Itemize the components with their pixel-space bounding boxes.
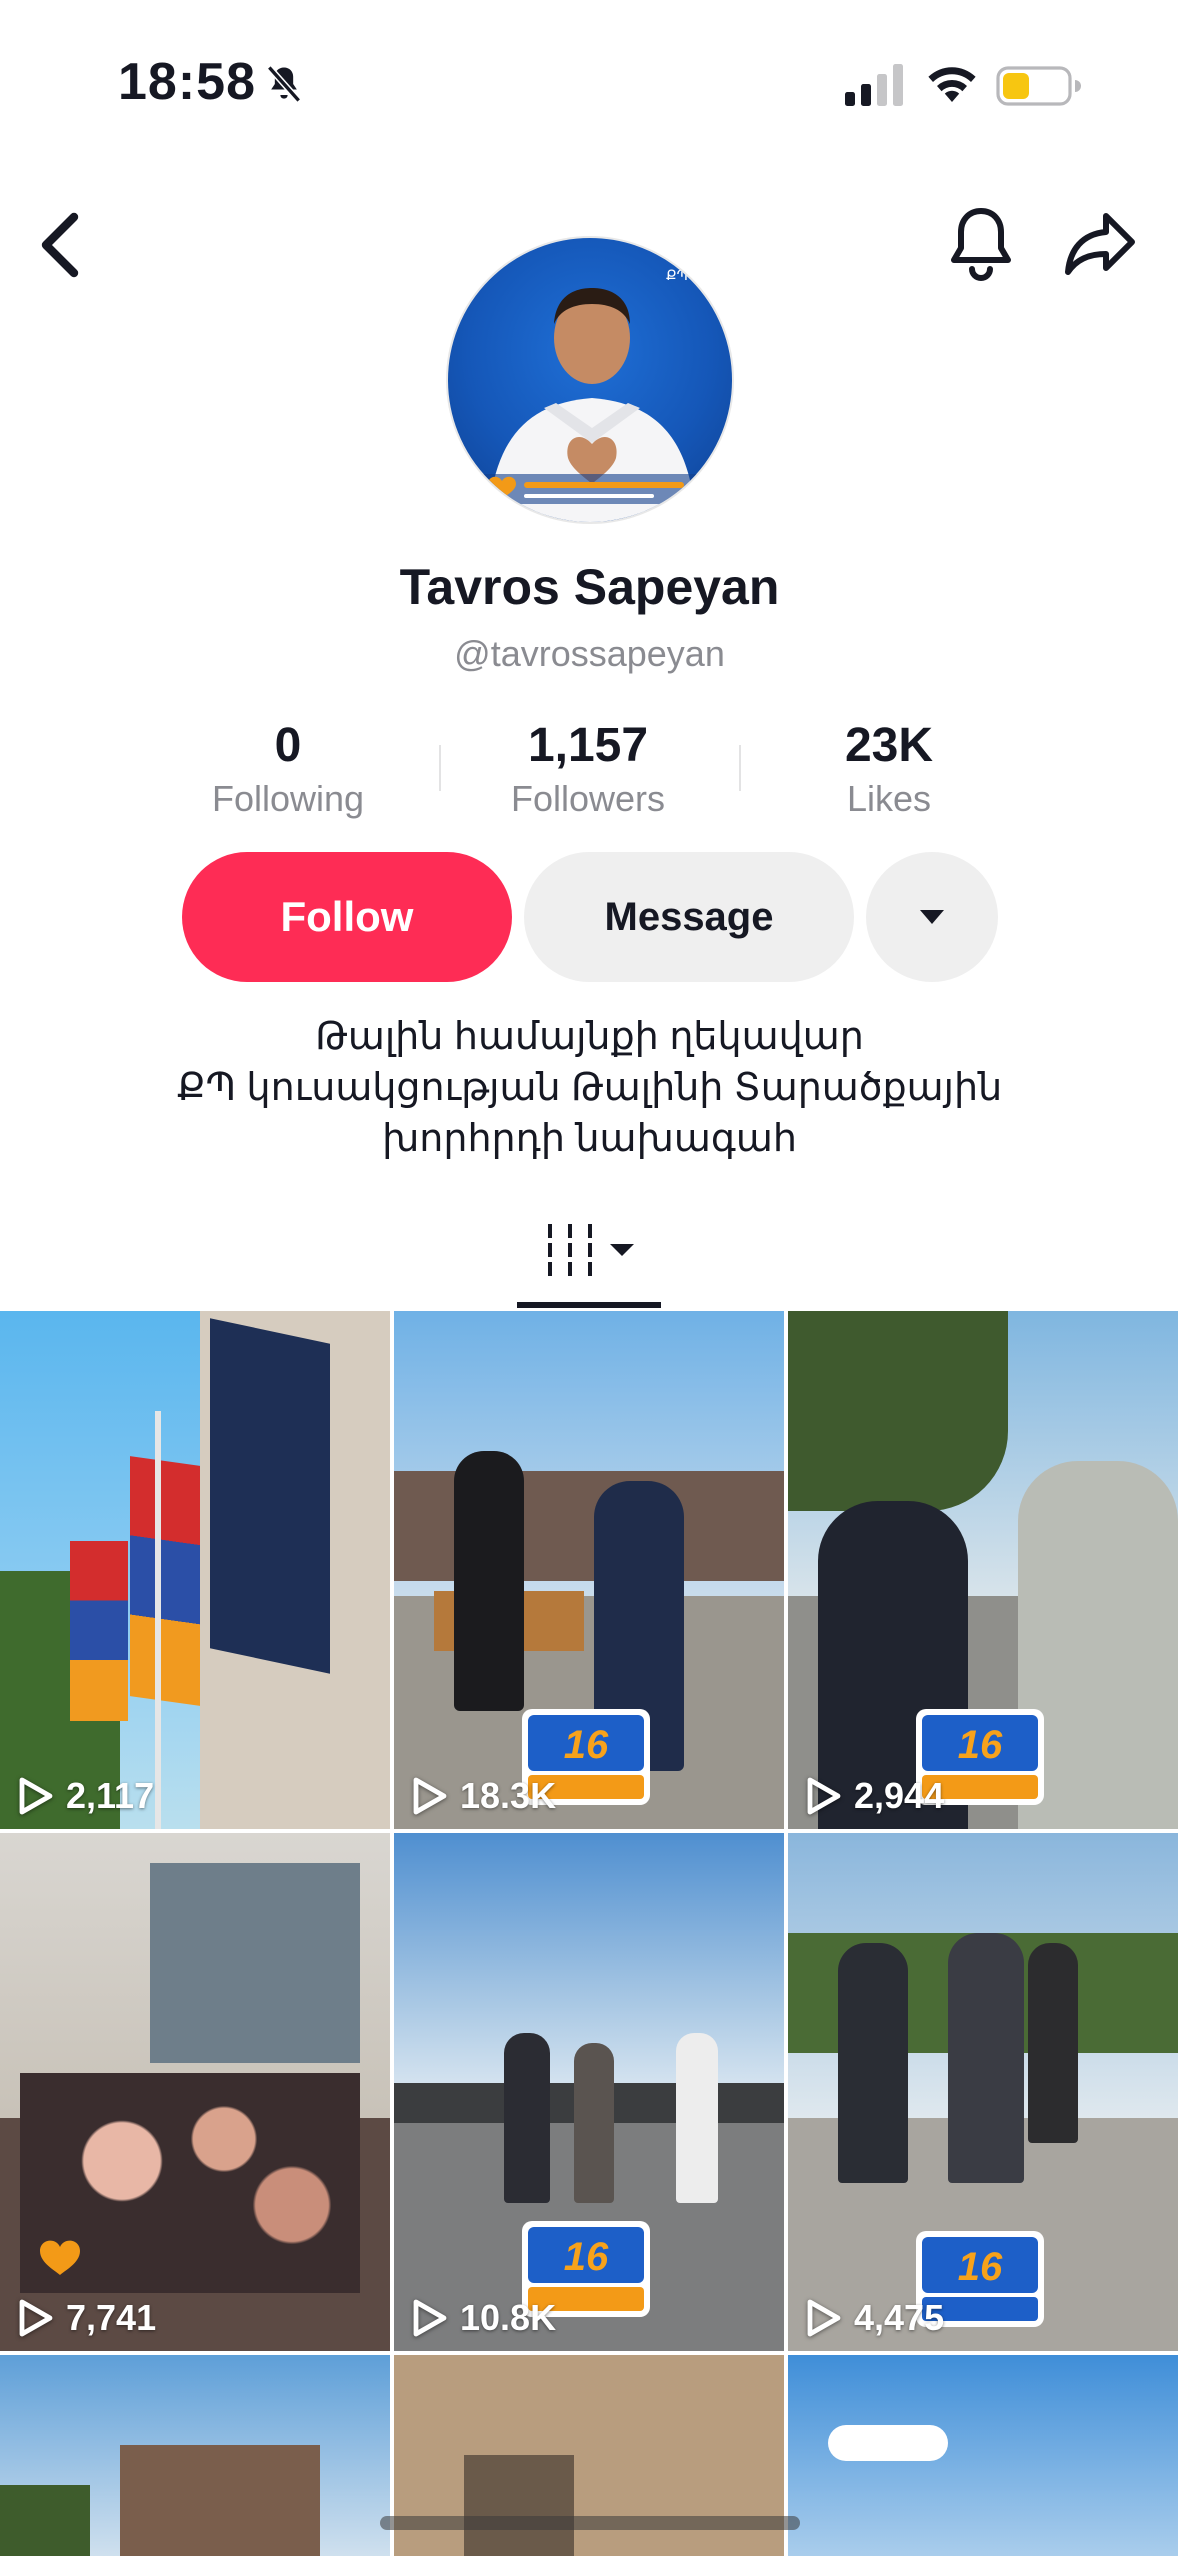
person [574, 2043, 614, 2203]
badge-number: 16 [957, 2245, 1003, 2289]
follow-button[interactable]: Follow [182, 852, 512, 982]
cloud [828, 2425, 948, 2461]
wifi-icon [928, 67, 976, 102]
avatar-portrait: ՔՊ [478, 268, 706, 522]
building-roof [120, 2445, 320, 2556]
share-arrow-icon[interactable] [1062, 210, 1138, 276]
bio-line: խորհրդի նախագահ [382, 1118, 797, 1160]
video-tile[interactable]: 16 10.8K [394, 1833, 784, 2351]
view-count-text: 7,741 [66, 2297, 157, 2338]
person [504, 2033, 550, 2203]
stat-label: Following [211, 778, 365, 819]
bell-slash-icon [266, 65, 302, 103]
flag-armenia [70, 1541, 128, 1721]
flag-dark [210, 1318, 330, 1674]
video-tile[interactable]: 2,117 [0, 1311, 390, 1829]
caret-down-icon [920, 910, 944, 924]
cellular-signal-icon [845, 64, 903, 106]
home-indicator[interactable] [380, 2516, 800, 2530]
status-bar: 18:58 [0, 0, 1179, 150]
stat-following[interactable]: 0 Following [158, 716, 418, 822]
video-view-count: 2,944 [806, 1775, 944, 1817]
play-icon [19, 1777, 53, 1815]
stat-label: Followers [510, 778, 666, 819]
badge-number: 16 [563, 2235, 609, 2279]
video-tile[interactable]: 16 4,475 [788, 1833, 1178, 2351]
video-tile[interactable]: 16 2,944 [788, 1311, 1178, 1829]
view-count-text: 18.3K [460, 1775, 557, 1816]
stat-label: Likes [846, 778, 932, 819]
video-tile[interactable]: 16 18.3K [394, 1311, 784, 1829]
stat-value: 0 [274, 719, 302, 772]
video-view-count: 4,475 [806, 2297, 944, 2339]
bio-line: ՔՊ կուսակցության Թալինի Տարածքային [176, 1067, 1003, 1109]
stat-divider [739, 745, 741, 791]
flag-armenia [130, 1456, 200, 1706]
person [1028, 1943, 1078, 2143]
stat-value: 23K [844, 719, 934, 772]
badge-number: 16 [957, 1723, 1003, 1767]
campaign-heart-logo [30, 2233, 90, 2283]
notification-bell-icon[interactable] [948, 205, 1014, 281]
message-button[interactable]: Message [524, 852, 854, 982]
building-door [150, 1863, 360, 2063]
stone-wall [394, 1471, 784, 1581]
status-time: 18:58 [118, 53, 256, 111]
play-icon [413, 1777, 447, 1815]
tree [0, 2485, 90, 2556]
video-view-count: 18.3K [412, 1775, 556, 1817]
play-icon [19, 2299, 53, 2337]
person [454, 1451, 524, 1711]
flag-pole [155, 1411, 161, 1829]
tree [788, 1311, 1008, 1511]
person [948, 1933, 1024, 2183]
video-view-count: 2,117 [18, 1775, 154, 1817]
stat-likes[interactable]: 23K Likes [759, 716, 1019, 822]
view-count-text: 2,117 [66, 1775, 155, 1816]
profile-name: Tavros Sapeyan [399, 559, 780, 615]
video-tile[interactable]: 7,741 [0, 1833, 390, 2351]
person [676, 2033, 718, 2203]
play-icon [807, 2299, 841, 2337]
bio-line: Թալին համայնքի ղեկավար [315, 1016, 864, 1058]
video-view-count: 7,741 [18, 2297, 156, 2339]
view-count-text: 10.8K [460, 2297, 557, 2338]
play-icon [807, 1777, 841, 1815]
battery-icon [996, 66, 1081, 106]
stat-divider [439, 745, 441, 791]
badge-number: 16 [563, 1723, 609, 1767]
video-view-count: 10.8K [412, 2297, 556, 2339]
profile-avatar[interactable]: ՔՊ [446, 236, 734, 524]
stat-followers[interactable]: 1,157 Followers [458, 716, 718, 822]
window [464, 2455, 574, 2556]
avatar-logo-mark: ՔՊ [666, 268, 688, 284]
view-count-text: 4,475 [854, 2297, 945, 2338]
video-tile[interactable] [0, 2355, 390, 2556]
person [838, 1943, 908, 2183]
video-grid-icon[interactable] [540, 1220, 646, 1280]
view-count-text: 2,944 [854, 1775, 945, 1816]
stat-value: 1,157 [527, 719, 649, 772]
back-chevron-icon[interactable] [30, 205, 90, 285]
more-options-button[interactable] [866, 852, 998, 982]
tab-active-indicator [517, 1302, 661, 1308]
video-tile[interactable] [788, 2355, 1178, 2556]
play-icon [413, 2299, 447, 2337]
profile-handle: @tavrossapeyan [454, 633, 725, 674]
